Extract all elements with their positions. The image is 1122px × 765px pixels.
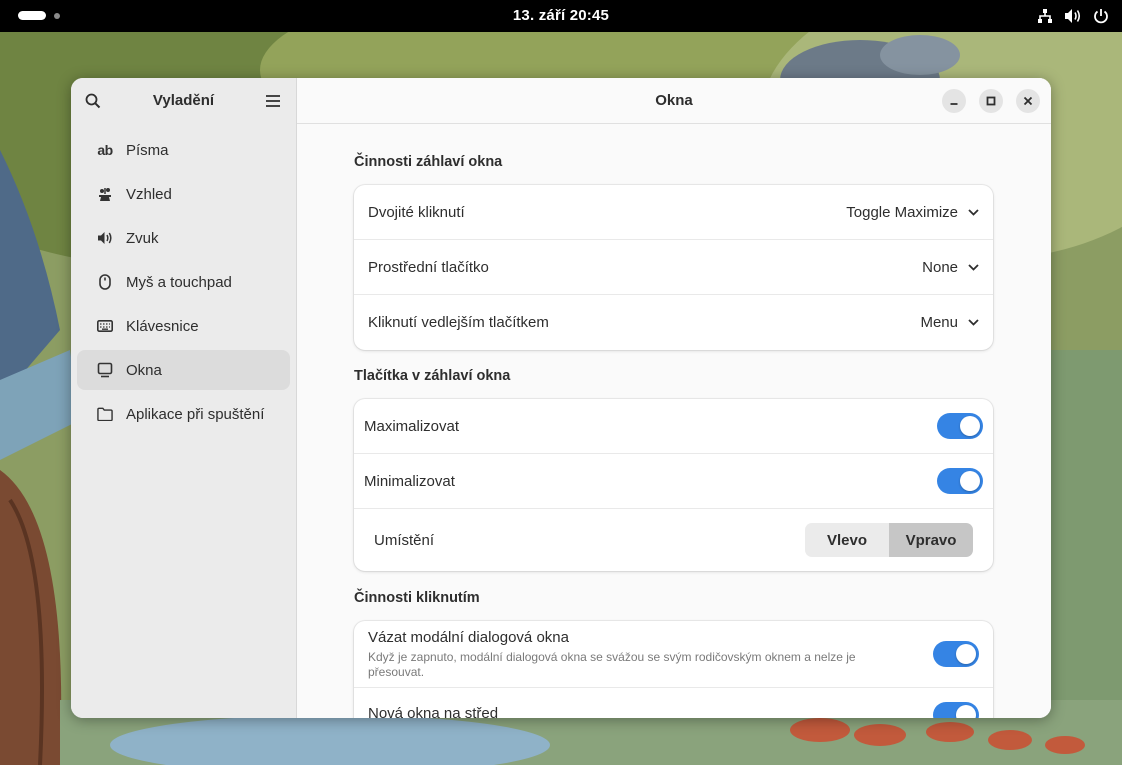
sidebar-item-keyboard[interactable]: Klávesnice (77, 306, 290, 346)
attach-modal-toggle[interactable] (933, 641, 979, 667)
attach-modal-description: Když je zapnuto, modální dialogová okna … (368, 650, 856, 679)
secondary-click-label: Kliknutí vedlejším tlačítkem (368, 314, 549, 331)
sidebar: Vyladění ab Písma Vzhled Zvuk Myš a touc… (71, 78, 297, 718)
sidebar-item-appearance[interactable]: Vzhled (77, 174, 290, 214)
double-click-dropdown[interactable]: Toggle Maximize (846, 204, 979, 221)
power-icon[interactable] (1092, 7, 1110, 25)
center-new-windows-row[interactable]: Nová okna na střed (354, 688, 993, 718)
placement-left-button[interactable]: Vlevo (805, 523, 889, 557)
secondary-click-dropdown[interactable]: Menu (920, 314, 979, 331)
chevron-down-icon (968, 319, 979, 326)
close-window-button[interactable] (1016, 89, 1040, 113)
attach-modal-row[interactable]: Vázat modální dialogová okna Když je zap… (354, 621, 993, 688)
sidebar-item-label: Vzhled (126, 185, 172, 203)
clock[interactable]: 13. září 20:45 (0, 7, 1122, 24)
sidebar-item-sound[interactable]: Zvuk (77, 218, 290, 258)
section-title-titlebar-actions: Činnosti záhlaví okna (354, 154, 503, 170)
section-title-titlebar-buttons: Tlačítka v záhlaví okna (354, 368, 511, 384)
page-title: Okna (655, 92, 693, 109)
secondary-click-value: Menu (920, 314, 958, 331)
placement-row: Umístění Vlevo Vpravo (354, 509, 993, 571)
placement-right-button[interactable]: Vpravo (889, 523, 973, 557)
window-icon (97, 362, 113, 378)
middle-click-row[interactable]: Prostřední tlačítko None (354, 240, 993, 295)
sidebar-item-windows[interactable]: Okna (77, 350, 290, 390)
double-click-row[interactable]: Dvojité kliknutí Toggle Maximize (354, 185, 993, 240)
attach-modal-label: Vázat modální dialogová okna (368, 629, 569, 646)
content-pane: Okna Činnosti záhlaví okna Dvojité klikn… (297, 78, 1051, 718)
double-click-label: Dvojité kliknutí (368, 203, 465, 221)
hamburger-menu-icon (266, 95, 280, 107)
chevron-down-icon (968, 263, 979, 271)
folder-icon (97, 406, 113, 422)
sidebar-item-label: Zvuk (126, 229, 159, 247)
section-title-click-actions: Činnosti kliknutím (354, 590, 480, 606)
middle-click-label: Prostřední tlačítko (368, 258, 489, 276)
volume-icon[interactable] (1064, 7, 1082, 25)
double-click-value: Toggle Maximize (846, 203, 958, 221)
chevron-down-icon (968, 208, 979, 216)
speaker-icon (97, 230, 113, 246)
secondary-click-row[interactable]: Kliknutí vedlejším tlačítkem Menu (354, 295, 993, 350)
maximize-toggle[interactable] (937, 413, 983, 439)
tweaks-window: Vyladění ab Písma Vzhled Zvuk Myš a touc… (71, 78, 1051, 718)
mouse-icon (97, 274, 113, 290)
top-bar: 13. září 20:45 (0, 0, 1122, 32)
titlebar-buttons-card: Maximalizovat Minimalizovat Umístění Vle… (354, 399, 993, 571)
sidebar-item-label: Okna (126, 361, 162, 379)
maximize-row[interactable]: Maximalizovat (354, 399, 993, 454)
appearance-icon (97, 186, 113, 202)
sidebar-header: Vyladění (71, 78, 296, 124)
middle-click-value: None (922, 258, 958, 276)
placement-segmented-control[interactable]: Vlevo Vpravo (805, 523, 973, 557)
settings-scroll-area[interactable]: Činnosti záhlaví okna Dvojité kliknutí T… (297, 125, 1051, 718)
keyboard-icon (97, 318, 113, 334)
ab-text-icon: ab (97, 142, 113, 158)
sidebar-item-startup-apps[interactable]: Aplikace při spuštění (77, 394, 290, 434)
sidebar-list: ab Písma Vzhled Zvuk Myš a touchpad Kláv… (71, 124, 296, 434)
center-new-windows-label: Nová okna na střed (368, 705, 499, 718)
close-icon (1023, 96, 1033, 106)
sidebar-item-fonts[interactable]: ab Písma (77, 130, 290, 170)
minimize-toggle[interactable] (937, 468, 983, 494)
minimize-label: Minimalizovat (364, 472, 455, 490)
network-icon[interactable] (1036, 7, 1054, 25)
middle-click-dropdown[interactable]: None (922, 259, 979, 276)
sidebar-item-label: Písma (126, 141, 169, 159)
main-menu-button[interactable] (259, 87, 287, 115)
sidebar-item-mouse-touchpad[interactable]: Myš a touchpad (77, 262, 290, 302)
system-tray[interactable] (1036, 7, 1110, 25)
maximize-window-button[interactable] (979, 89, 1003, 113)
maximize-label: Maximalizovat (364, 417, 460, 435)
minimize-window-button[interactable] (942, 89, 966, 113)
sidebar-item-label: Aplikace při spuštění (126, 405, 265, 423)
minimize-row[interactable]: Minimalizovat (354, 454, 993, 509)
maximize-icon (986, 96, 996, 106)
click-actions-card: Vázat modální dialogová okna Když je zap… (354, 621, 993, 718)
titlebar-actions-card: Dvojité kliknutí Toggle Maximize Prostře… (354, 185, 993, 350)
minimize-icon (950, 103, 958, 105)
placement-label: Umístění (374, 531, 435, 549)
sidebar-item-label: Myš a touchpad (126, 273, 232, 291)
sidebar-item-label: Klávesnice (126, 317, 199, 335)
header-bar: Okna (297, 78, 1051, 124)
center-new-windows-toggle[interactable] (933, 702, 979, 718)
